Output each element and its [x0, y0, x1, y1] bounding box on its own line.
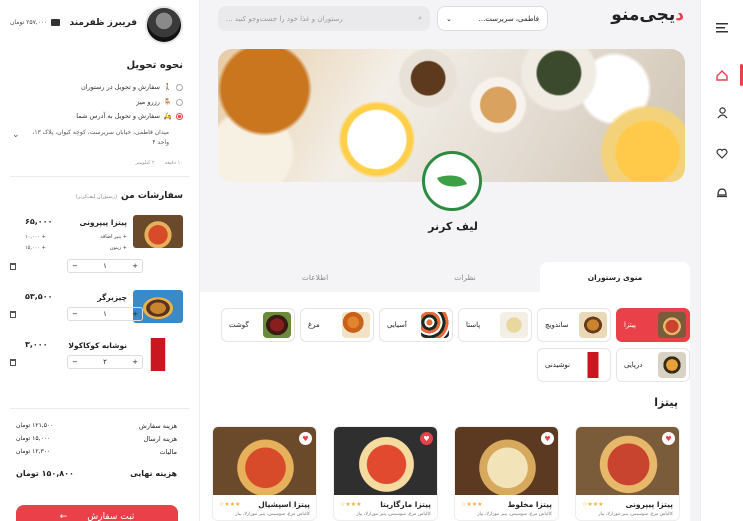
orders-title: سفارشات من (رستوران لیف‌کرنر) — [75, 191, 183, 201]
category-image — [263, 312, 291, 338]
chevron-down-icon[interactable]: ⌄ — [12, 130, 20, 140]
table-icon: 🪑 — [163, 98, 172, 106]
decrement-button[interactable]: − — [72, 358, 78, 366]
tabs: منوی رستوران نظرات اطلاعات — [200, 262, 690, 292]
favorite-heart-icon[interactable]: ♥ — [662, 432, 675, 445]
walk-icon: 🚶 — [163, 83, 172, 91]
category-drinks[interactable]: نوشیدنی — [537, 348, 611, 382]
summary-tax: مالیات ۱۲,۳۰۰ تومان — [16, 448, 177, 456]
increment-button[interactable]: + — [132, 310, 138, 318]
restaurant-name: لیف کرنر — [428, 220, 478, 233]
category-pasta[interactable]: پاستا — [458, 308, 532, 342]
category-sandwich[interactable]: ساندویچ — [537, 308, 611, 342]
favorite-heart-icon[interactable]: ♥ — [420, 432, 433, 445]
quantity-stepper[interactable]: + ۱ − — [67, 307, 143, 321]
order-item-image — [133, 215, 183, 248]
category-seafood[interactable]: دریایی — [616, 348, 690, 382]
delivery-time: ۱۰ دقیقه — [164, 160, 183, 166]
summary-total: هزینه نهایی ۱۵۰,۸۰۰ تومان — [16, 469, 177, 478]
location-select[interactable]: فاطمی، سریرست... ⌄ — [437, 6, 548, 31]
favorite-heart-icon[interactable]: ♥ — [299, 432, 312, 445]
category-image — [579, 312, 607, 338]
category-image — [500, 312, 528, 338]
bell-icon[interactable] — [714, 184, 730, 200]
quantity-stepper[interactable]: + ۱ − — [67, 259, 143, 273]
food-card[interactable]: ♥ پیتزا مارگاریتا ★★★☆ کالباس مرغ، سوسیس… — [333, 426, 438, 521]
delivery-option-dine-in[interactable]: 🚶 سفارش و تحویل در رستوران — [81, 83, 183, 91]
delivery-title: نحوه تحویل — [126, 60, 183, 71]
radio-icon[interactable] — [176, 98, 183, 106]
rating-stars: ★★★☆ — [340, 501, 362, 508]
restaurant-logo — [422, 151, 482, 211]
decrement-button[interactable]: − — [72, 310, 78, 318]
summary-shipping: هزینه ارسال ۱۵,۰۰۰ تومان — [16, 435, 177, 443]
category-meat[interactable]: گوشت — [221, 308, 295, 342]
home-icon[interactable] — [714, 67, 730, 83]
favorite-heart-icon[interactable]: ♥ — [541, 432, 554, 445]
brand-logo[interactable]: دیجی‌منو — [611, 5, 684, 25]
trash-icon[interactable] — [10, 359, 16, 366]
category-image — [421, 312, 449, 338]
summary-order-cost: هزینه سفارش ۱۲۱,۵۰۰ تومان — [16, 422, 177, 430]
delivery-icon: 🛵 — [163, 112, 172, 120]
tab-menu[interactable]: منوی رستوران — [540, 262, 690, 292]
food-card[interactable]: ♥ پیتزا پیپرونی ★★★☆ کالباس مرغ، سوسیس، … — [575, 426, 680, 521]
quantity-stepper[interactable]: + ۲ − — [67, 355, 143, 369]
trash-icon[interactable] — [10, 263, 16, 270]
section-title: پیتزا — [654, 396, 678, 409]
radio-icon[interactable] — [176, 112, 183, 120]
trash-icon[interactable] — [10, 311, 16, 318]
delivery-meta: ۱۰ دقیقه ۲ کیلومتر — [135, 160, 183, 166]
search-icon: ⌕ — [418, 14, 422, 22]
delivery-distance: ۲ کیلومتر — [135, 160, 155, 166]
food-card[interactable]: ♥ پیتزا مخلوط ★★★☆ کالباس مرغ، سوسیس، پن… — [454, 426, 559, 521]
radio-icon[interactable] — [176, 83, 183, 91]
order-panel: فریبرز ظفرمند ۲۵۷,۰۰۰ تومان نحوه تحویل 🚶… — [0, 0, 200, 521]
menu-icon[interactable] — [714, 20, 730, 36]
category-image — [658, 312, 686, 338]
submit-order-button[interactable]: ثبت سفارش ← — [16, 505, 178, 521]
category-chicken[interactable]: مرغ — [300, 308, 374, 342]
increment-button[interactable]: + — [132, 262, 138, 270]
wallet-amount: ۲۵۷,۰۰۰ تومان — [10, 19, 48, 26]
category-pizza[interactable]: پیتزا — [616, 308, 690, 342]
delivery-option-reserve[interactable]: 🪑 رزرو میز — [136, 98, 183, 106]
tab-reviews[interactable]: نظرات — [390, 262, 540, 292]
category-image — [579, 352, 607, 378]
rating-stars: ★★★☆ — [219, 501, 241, 508]
nav-rail — [700, 0, 743, 521]
divider — [10, 176, 189, 177]
wallet-balance[interactable]: ۲۵۷,۰۰۰ تومان — [10, 19, 61, 26]
delivery-address: میدان فاطمی، خیابان سریرست، کوچه کیوان، … — [32, 129, 169, 146]
rating-stars: ★★★☆ — [461, 501, 483, 508]
delivery-option-address[interactable]: 🛵 سفارش و تحویل به آدرس شما — [76, 112, 183, 120]
tab-info[interactable]: اطلاعات — [240, 262, 390, 292]
increment-button[interactable]: + — [132, 358, 138, 366]
user-icon[interactable] — [714, 105, 730, 121]
wallet-icon — [51, 19, 61, 26]
category-image — [658, 352, 686, 378]
main-content: دیجی‌منو فاطمی، سریرست... ⌄ ⌕ رستوران و … — [200, 0, 700, 521]
search-input[interactable]: ⌕ رستوران و غذا خود را جست‌وجو کنید ... — [218, 6, 430, 31]
leaf-icon — [437, 169, 467, 193]
arrow-left-icon: ← — [59, 512, 68, 521]
category-asian[interactable]: آسیایی — [379, 308, 453, 342]
divider — [10, 408, 189, 409]
rating-stars: ★★★☆ — [582, 501, 604, 508]
heart-icon[interactable] — [714, 145, 730, 161]
avatar[interactable] — [145, 6, 183, 44]
decrement-button[interactable]: − — [72, 262, 78, 270]
menu-panel: پیتزا ساندویچ پاستا آسیایی مرغ گوشت دریا… — [200, 292, 690, 521]
food-card[interactable]: ♥ پیتزا اسپشیال ★★★☆ کالباس مرغ، سوسیس، … — [212, 426, 317, 521]
category-image — [342, 312, 370, 338]
chevron-down-icon: ⌄ — [446, 14, 452, 23]
user-name: فریبرز ظفرمند — [69, 18, 137, 28]
